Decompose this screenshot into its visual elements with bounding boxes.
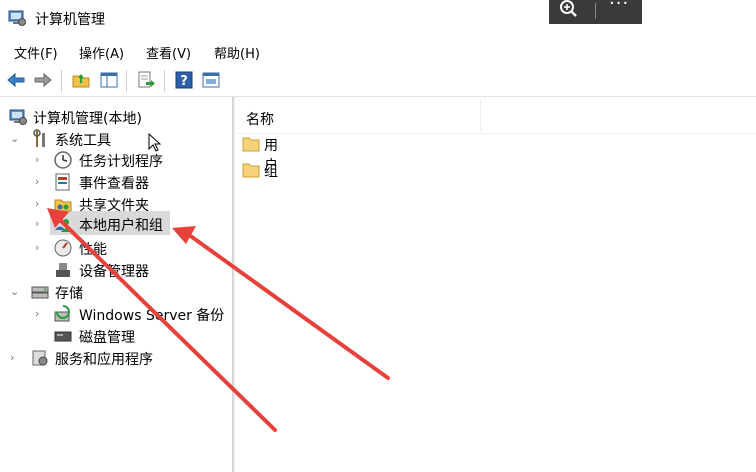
toolbar-separator xyxy=(126,70,127,92)
tree-label: 系统工具 xyxy=(55,133,111,149)
backup-icon xyxy=(54,305,70,322)
chevron-right-icon[interactable]: › xyxy=(10,351,20,364)
tree-label: 任务计划程序 xyxy=(79,154,163,170)
chevron-down-icon[interactable]: ⌄ xyxy=(10,285,20,298)
chevron-right-icon[interactable]: › xyxy=(35,197,45,210)
clock-icon xyxy=(54,151,72,169)
toolbar: ? xyxy=(0,64,756,97)
export-list-icon[interactable] xyxy=(136,70,156,90)
tree-item-task-scheduler[interactable]: › 任务计划程序 xyxy=(35,149,225,171)
tree-item-services-apps[interactable]: › 服务和应用程序 xyxy=(10,347,210,369)
chevron-right-icon[interactable]: › xyxy=(35,217,45,230)
svg-text:?: ? xyxy=(180,74,188,89)
show-hide-tree-icon[interactable] xyxy=(99,70,119,90)
tree-label: 本地用户和组 xyxy=(79,218,163,234)
tree-item-system-tools[interactable]: ⌄ 系统工具 xyxy=(10,128,210,150)
up-folder-icon[interactable] xyxy=(71,70,91,90)
mouse-cursor-icon xyxy=(148,133,162,152)
tree-label: 性能 xyxy=(79,242,107,258)
menu-action[interactable]: 操作(A) xyxy=(79,43,124,62)
tree-label: 设备管理器 xyxy=(79,264,149,280)
tree-label: 服务和应用程序 xyxy=(55,352,153,368)
pane-splitter[interactable] xyxy=(233,97,235,472)
computer-management-icon xyxy=(8,10,26,26)
tree-item-windows-backup[interactable]: › Windows Server 备份 xyxy=(35,303,230,325)
tree-item-device-manager[interactable]: 设备管理器 xyxy=(53,259,223,281)
back-icon[interactable] xyxy=(6,70,26,90)
users-icon xyxy=(55,217,71,232)
window-title: 计算机管理 xyxy=(35,12,105,28)
more-options-icon[interactable]: ··· xyxy=(609,0,629,14)
storage-icon xyxy=(31,286,49,299)
column-divider[interactable] xyxy=(480,99,481,131)
overlay-separator xyxy=(595,3,596,19)
tree-label: 事件查看器 xyxy=(79,176,149,192)
details-pane: 名称 用户 组 xyxy=(236,97,756,472)
properties-icon[interactable] xyxy=(201,70,221,90)
computer-management-icon xyxy=(9,109,27,125)
performance-icon xyxy=(54,239,72,257)
menu-file[interactable]: 文件(F) xyxy=(14,43,58,62)
tree-label: 共享文件夹 xyxy=(79,198,149,214)
menu-view[interactable]: 查看(V) xyxy=(146,43,191,62)
tree-item-storage[interactable]: ⌄ 存储 xyxy=(10,281,210,303)
tree-label: 存储 xyxy=(55,286,83,302)
column-header-name[interactable]: 名称 xyxy=(246,109,274,129)
tree-item-performance[interactable]: › 性能 xyxy=(35,237,225,259)
disk-icon xyxy=(54,331,72,342)
tree-label: 计算机管理(本地) xyxy=(33,111,142,127)
menu-help[interactable]: 帮助(H) xyxy=(214,43,260,62)
chevron-right-icon[interactable]: › xyxy=(35,307,45,320)
title-bar: 计算机管理 ··· xyxy=(0,0,756,38)
shared-folder-icon xyxy=(54,199,72,212)
header-divider xyxy=(236,133,756,134)
menu-bar: 文件(F) 操作(A) 查看(V) 帮助(H) xyxy=(0,38,756,64)
chevron-right-icon[interactable]: › xyxy=(35,241,45,254)
tree-item-root[interactable]: 计算机管理(本地) xyxy=(8,106,208,128)
tree-label: 磁盘管理 xyxy=(79,330,135,346)
folder-icon xyxy=(242,163,260,178)
services-icon xyxy=(32,350,48,366)
tree-item-disk-management[interactable]: 磁盘管理 xyxy=(53,325,223,347)
toolbar-separator xyxy=(164,70,165,92)
forward-icon[interactable] xyxy=(33,70,53,90)
tree-item-event-viewer[interactable]: › 事件查看器 xyxy=(35,171,225,193)
help-icon[interactable]: ? xyxy=(174,70,194,90)
chevron-right-icon[interactable]: › xyxy=(35,175,45,188)
chevron-down-icon[interactable]: ⌄ xyxy=(10,132,20,145)
chevron-right-icon[interactable]: › xyxy=(35,153,45,166)
folder-icon xyxy=(242,137,260,152)
tree-label: Windows Server 备份 xyxy=(79,308,225,324)
tree-item-shared-folders[interactable]: › 共享文件夹 xyxy=(35,193,225,215)
overlay-toolbar[interactable]: ··· xyxy=(549,0,642,24)
device-manager-icon xyxy=(56,263,70,277)
zoom-in-icon[interactable] xyxy=(558,0,580,21)
event-viewer-icon xyxy=(55,173,70,191)
list-item-label: 组 xyxy=(264,164,278,180)
tools-icon xyxy=(33,129,45,147)
tree-item-local-users-groups[interactable]: › 本地用户和组 xyxy=(35,213,225,235)
toolbar-separator xyxy=(61,70,62,92)
